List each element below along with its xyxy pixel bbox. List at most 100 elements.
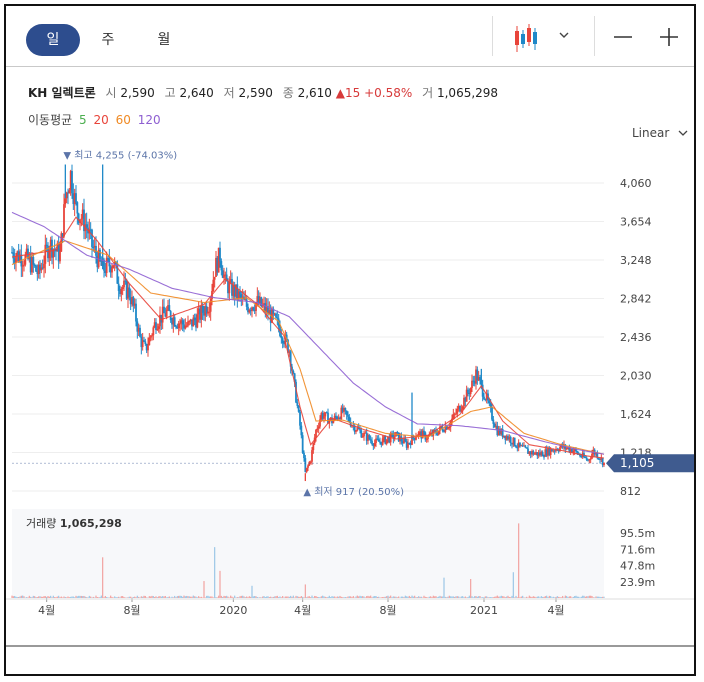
volume-bar	[496, 595, 498, 598]
candle-body	[491, 407, 493, 420]
volume-bar	[575, 595, 577, 598]
candle-body	[301, 435, 304, 453]
volume-bar	[60, 596, 62, 598]
volume-bar	[375, 596, 377, 598]
candle-body	[456, 408, 459, 414]
volume-bar	[252, 596, 254, 598]
volume-bar	[198, 596, 200, 598]
volume-bar	[503, 596, 505, 598]
candle-body	[359, 429, 361, 431]
volume-bar	[140, 596, 142, 598]
volume-bar	[266, 596, 268, 598]
candle-body	[220, 261, 223, 271]
moving-average-ma60	[11, 240, 605, 455]
candle-body	[43, 263, 45, 269]
time-tick-label: 2020	[219, 604, 247, 617]
candle-body	[360, 430, 363, 438]
volume-bar	[27, 597, 29, 598]
volume-bar	[356, 595, 358, 598]
volume-bar	[403, 597, 405, 598]
candle-body	[423, 430, 425, 433]
volume-bar	[475, 596, 477, 598]
volume-bar	[592, 597, 594, 598]
volume-bar	[18, 597, 20, 598]
candle-body	[305, 467, 308, 472]
volume-bar	[372, 596, 374, 598]
volume-bar	[182, 596, 184, 598]
candle-body	[361, 436, 364, 438]
candle-body	[156, 328, 159, 331]
volume-bar	[32, 595, 34, 598]
volume-bar	[44, 596, 46, 598]
volume-bar	[240, 595, 242, 598]
volume-bar	[483, 597, 485, 598]
volume-bar	[262, 596, 264, 598]
volume-bar	[276, 595, 278, 598]
candle-body	[135, 303, 137, 322]
volume-bar	[267, 596, 269, 598]
volume-bar	[91, 597, 93, 598]
volume-bar	[380, 597, 382, 598]
candle-body	[296, 402, 299, 406]
volume-bar	[486, 596, 488, 598]
volume-bar	[164, 595, 166, 598]
candle-body	[196, 314, 199, 328]
candle-body	[80, 218, 83, 220]
volume-bar	[460, 596, 462, 598]
volume-bar	[30, 596, 32, 598]
candle-body	[303, 452, 305, 459]
time-tick-label: 4월	[547, 604, 564, 617]
volume-bar	[463, 597, 465, 598]
volume-bar	[220, 595, 222, 598]
volume-bar	[63, 596, 65, 598]
volume-bar	[300, 595, 302, 598]
candle-body	[467, 389, 469, 393]
volume-bar	[492, 597, 494, 598]
price-chart[interactable]: 4,0603,6543,2482,8422,4362,0301,6241,218…	[6, 6, 694, 674]
volume-bar	[392, 596, 394, 598]
volume-bar	[546, 595, 548, 598]
volume-bar	[52, 595, 54, 598]
candle-body	[455, 413, 457, 415]
volume-bar	[238, 597, 240, 598]
volume-bar	[255, 596, 257, 598]
volume-bar	[246, 596, 248, 598]
volume-bar	[516, 597, 518, 598]
price-tick-label: 2,436	[620, 331, 652, 344]
volume-bar	[11, 595, 13, 598]
volume-bar	[287, 596, 289, 598]
volume-bar	[559, 597, 561, 598]
volume-bar	[450, 596, 452, 598]
candle-body	[252, 307, 255, 310]
volume-bar	[446, 597, 448, 598]
volume-bar	[72, 596, 74, 598]
volume-bar	[452, 596, 454, 598]
volume-bar	[87, 597, 89, 598]
volume-bar	[98, 597, 100, 598]
candle-body	[152, 327, 155, 336]
volume-bar	[102, 557, 104, 598]
volume-bar	[528, 595, 530, 598]
volume-bar	[184, 596, 186, 598]
volume-bar	[476, 596, 478, 598]
volume-bar	[163, 596, 165, 598]
volume-bar	[259, 597, 261, 598]
price-tick-label: 812	[620, 485, 641, 498]
volume-bar	[544, 596, 546, 598]
volume-bar	[180, 595, 182, 598]
candle-body	[185, 325, 188, 327]
candle-body	[515, 445, 517, 448]
candle-body	[212, 279, 215, 292]
time-tick-label: 8월	[123, 604, 140, 617]
volume-bar	[303, 597, 305, 598]
candle-body	[59, 251, 61, 262]
candle-body	[492, 419, 495, 424]
volume-bar	[122, 596, 124, 598]
candle-body	[209, 299, 212, 312]
volume-bar	[488, 597, 490, 598]
volume-bar	[562, 595, 564, 598]
volume-bar	[418, 596, 420, 598]
volume-bar	[144, 595, 146, 598]
volume-bar	[139, 597, 141, 598]
volume-bar	[490, 597, 492, 598]
